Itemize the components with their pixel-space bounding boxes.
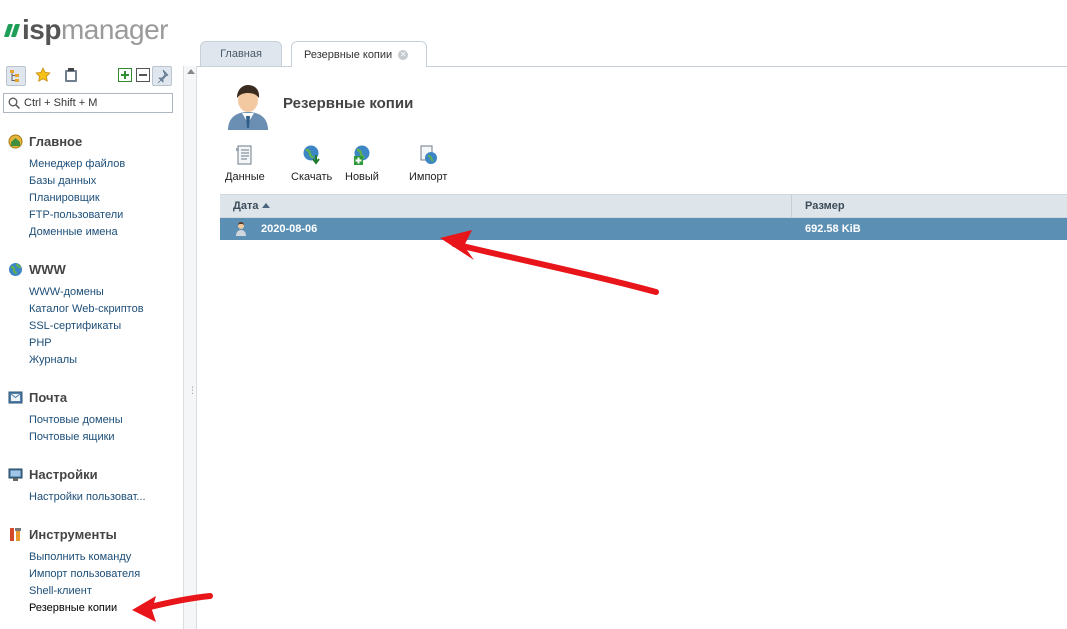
sidebar-scrollbar[interactable]: ⋮ bbox=[183, 66, 197, 629]
menu-group-tools: Инструменты Выполнить команду Импорт пол… bbox=[0, 525, 183, 617]
app-logo: ispmanager bbox=[3, 14, 169, 46]
menu-group-settings: Настройки Настройки пользоват... bbox=[0, 465, 183, 506]
plus-box-icon bbox=[118, 68, 132, 82]
menu-item-mail-domains[interactable]: Почтовые домены bbox=[29, 412, 183, 429]
favorites-button[interactable] bbox=[34, 66, 52, 84]
menu-item-ssl-certificates[interactable]: SSL-сертификаты bbox=[29, 318, 183, 335]
pin-button[interactable] bbox=[152, 66, 172, 86]
pin-icon bbox=[157, 69, 169, 83]
menu-group-main: Главное Менеджер файлов Базы данных План… bbox=[0, 132, 183, 241]
menu-group-header[interactable]: Главное bbox=[0, 132, 183, 150]
data-list-icon bbox=[235, 145, 252, 165]
splitter-grip-icon[interactable]: ⋮ bbox=[188, 386, 197, 395]
menu-item-www-domains[interactable]: WWW-домены bbox=[29, 284, 183, 301]
column-header-label: Дата bbox=[233, 200, 259, 212]
page-title: Резервные копии bbox=[283, 95, 414, 112]
backups-table: Дата Размер 2020-08-06 692.58 KiB bbox=[220, 194, 1067, 240]
menu-item-ftp-users[interactable]: FTP-пользователи bbox=[29, 207, 183, 224]
menu-item-mailboxes[interactable]: Почтовые ящики bbox=[29, 429, 183, 446]
menu-group-header[interactable]: Инструменты bbox=[0, 525, 183, 543]
user-avatar-icon bbox=[224, 80, 272, 130]
toolbar-label: Скачать bbox=[291, 171, 333, 183]
logo-text-light: manager bbox=[60, 14, 169, 45]
expand-all-button[interactable] bbox=[116, 66, 134, 84]
tree-icon bbox=[10, 70, 19, 82]
menu-group-title: Главное bbox=[29, 133, 83, 149]
toolbar-label: Данные bbox=[225, 171, 265, 183]
menu-group-title: WWW bbox=[29, 261, 66, 277]
table-cell-date: 2020-08-06 bbox=[220, 218, 792, 240]
notes-button[interactable] bbox=[62, 66, 80, 84]
menu-item-php[interactable]: PHP bbox=[29, 335, 183, 352]
backup-size: 692.58 KiB bbox=[805, 223, 861, 235]
search-input[interactable] bbox=[20, 97, 164, 109]
menu-item-import-user[interactable]: Импорт пользователя bbox=[29, 566, 183, 583]
toolbar-label: Импорт bbox=[409, 171, 448, 183]
close-icon[interactable]: ✕ bbox=[398, 49, 409, 60]
tools-icon bbox=[8, 527, 23, 542]
toolbar-new-button[interactable]: Новый bbox=[345, 143, 379, 183]
tab-label: Резервные копии bbox=[304, 48, 393, 61]
menu-item-domain-names[interactable]: Доменные имена bbox=[29, 224, 183, 241]
toolbar-label: Новый bbox=[345, 171, 379, 183]
home-icon bbox=[8, 134, 23, 149]
menu-item-databases[interactable]: Базы данных bbox=[29, 173, 183, 190]
download-globe-icon bbox=[303, 145, 320, 165]
column-header-size[interactable]: Размер bbox=[792, 195, 1067, 217]
menu-item-file-manager[interactable]: Менеджер файлов bbox=[29, 156, 183, 173]
toolbar-download-button[interactable]: Скачать bbox=[291, 143, 332, 183]
tree-view-button[interactable] bbox=[6, 66, 26, 86]
menu-group-header[interactable]: Настройки bbox=[0, 465, 183, 483]
menu-item-backups[interactable]: Резервные копии bbox=[29, 600, 183, 617]
user-backup-icon bbox=[236, 222, 246, 236]
backup-date: 2020-08-06 bbox=[261, 223, 318, 235]
import-icon bbox=[420, 145, 438, 164]
logo-text-strong: isp bbox=[22, 14, 61, 45]
menu-item-user-settings[interactable]: Настройки пользоват... bbox=[29, 489, 183, 506]
scroll-up-arrow-icon[interactable] bbox=[187, 69, 195, 74]
menu-item-scheduler[interactable]: Планировщик bbox=[29, 190, 183, 207]
menu-group-title: Инструменты bbox=[29, 526, 117, 542]
menu-item-shell-client[interactable]: Shell-клиент bbox=[29, 583, 183, 600]
menu-group-header[interactable]: WWW bbox=[0, 260, 183, 278]
table-cell-size: 692.58 KiB bbox=[792, 218, 1067, 240]
menu-item-logs[interactable]: Журналы bbox=[29, 352, 183, 369]
clipboard-icon bbox=[65, 68, 77, 82]
column-header-label: Размер bbox=[805, 200, 845, 212]
settings-monitor-icon bbox=[8, 467, 23, 482]
menu-group-mail: Почта Почтовые домены Почтовые ящики bbox=[0, 388, 183, 446]
menu-group-title: Настройки bbox=[29, 466, 98, 482]
menu-group-www: WWW WWW-домены Каталог Web-скриптов SSL-… bbox=[0, 260, 183, 369]
menu-item-run-command[interactable]: Выполнить команду bbox=[29, 549, 183, 566]
star-icon bbox=[35, 67, 51, 82]
minus-box-icon bbox=[136, 68, 150, 82]
toolbar-data-button[interactable]: Данные bbox=[225, 143, 265, 183]
sidebar: Главное Менеджер файлов Базы данных План… bbox=[0, 60, 183, 629]
table-header: Дата Размер bbox=[220, 194, 1067, 218]
collapse-all-button[interactable] bbox=[134, 66, 152, 84]
logo-mark-icon bbox=[3, 23, 21, 37]
new-globe-icon bbox=[353, 145, 370, 165]
sort-ascending-icon bbox=[262, 202, 271, 208]
menu-item-web-scripts[interactable]: Каталог Web-скриптов bbox=[29, 301, 183, 318]
tab-label: Главная bbox=[220, 48, 262, 60]
sidebar-toolbar bbox=[6, 66, 176, 86]
search-icon bbox=[8, 97, 20, 109]
column-header-date[interactable]: Дата bbox=[220, 195, 792, 217]
tab-main[interactable]: Главная bbox=[200, 41, 282, 66]
tab-bar: Главная Резервные копии ✕ bbox=[197, 40, 1067, 67]
tab-backups[interactable]: Резервные копии ✕ bbox=[291, 41, 427, 67]
toolbar-import-button[interactable]: Импорт bbox=[409, 143, 447, 183]
globe-icon bbox=[8, 262, 23, 277]
menu-group-title: Почта bbox=[29, 389, 68, 405]
menu-search[interactable] bbox=[3, 93, 173, 113]
mail-icon bbox=[8, 390, 23, 405]
table-row[interactable]: 2020-08-06 692.58 KiB bbox=[220, 218, 1067, 240]
menu-group-header[interactable]: Почта bbox=[0, 388, 183, 406]
